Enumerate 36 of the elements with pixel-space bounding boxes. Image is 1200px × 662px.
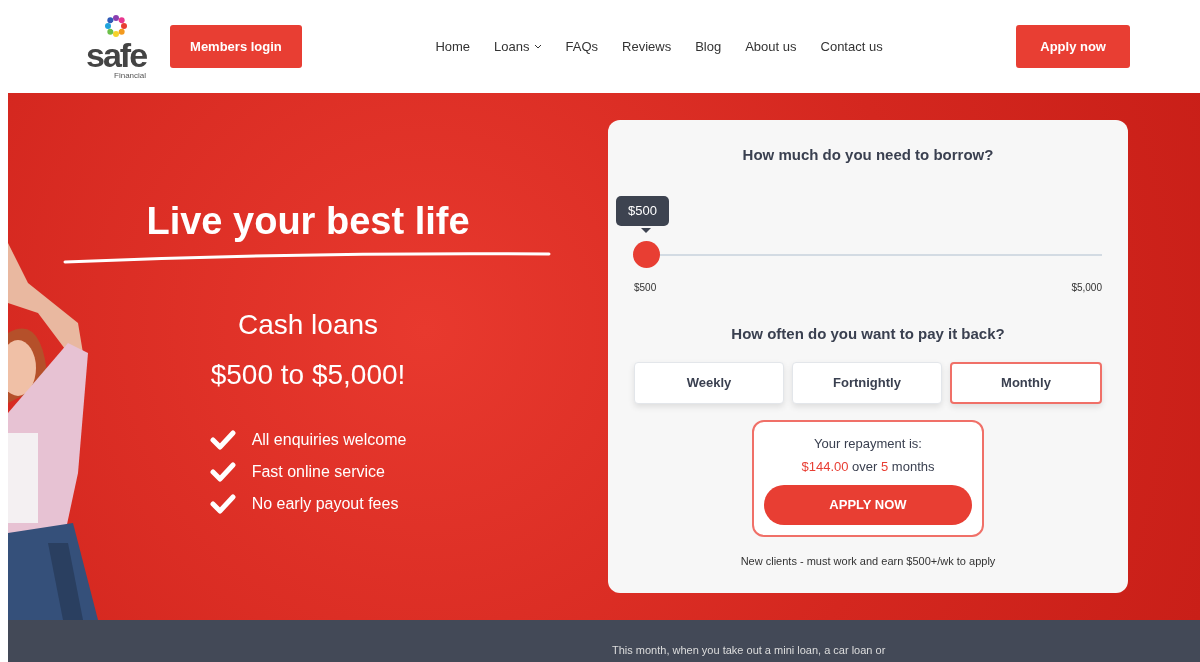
nav-link[interactable]: About us — [745, 36, 797, 57]
subtitle: Cash loans — [237, 308, 379, 342]
logo-subtitle: Financial — [114, 71, 147, 80]
feature-text: Fast online service — [251, 462, 385, 482]
borrow-question: How much do you need to borrow? — [741, 145, 995, 165]
nav-link[interactable]: Home — [435, 36, 471, 57]
promo-text: This month, when you take out a mini loan, a car loan or — [612, 644, 886, 656]
nav-link[interactable]: FAQs — [565, 36, 599, 57]
nav-link[interactable]: Blog — [695, 36, 722, 57]
apply-now-button[interactable]: APPLY NOW — [764, 484, 972, 525]
frequency-option[interactable]: Fortnightly — [792, 361, 942, 404]
min-label: $500 — [634, 281, 657, 295]
repayment-amount: $144.00 over 5 months — [800, 458, 936, 476]
feature-text: No early payout fees — [251, 494, 399, 514]
headline: Live your best life — [146, 199, 470, 244]
nav-link[interactable]: Loans — [494, 36, 542, 57]
check-icon — [209, 494, 236, 514]
logo-text: safe — [86, 37, 147, 72]
check-icon — [209, 462, 236, 482]
feature-text: All enquiries welcome — [251, 430, 407, 450]
members-login-button[interactable]: Members login — [170, 24, 302, 69]
sun-logo-icon — [104, 13, 129, 38]
max-label: $5,000 — [1071, 281, 1102, 295]
frequency-option[interactable]: Weekly — [634, 361, 784, 404]
eligibility-note: New clients - must work and earn $500+/wk to apply — [739, 553, 997, 569]
nav-link[interactable]: Reviews — [622, 36, 672, 57]
frequency-option[interactable]: Monthly — [950, 361, 1102, 404]
check-icon — [209, 430, 236, 450]
apply-now-button[interactable]: Apply now — [1016, 24, 1130, 69]
caret-icon — [533, 44, 542, 49]
frequency-question: How often do you want to pay it back? — [730, 324, 1006, 344]
repayment-label: Your repayment is: — [813, 434, 923, 453]
slider-thumb[interactable] — [633, 241, 660, 269]
value-tooltip: $500 — [616, 196, 669, 226]
nav-link[interactable]: Contact us — [820, 36, 883, 57]
loan-range: $500 to $5,000! — [210, 358, 406, 392]
